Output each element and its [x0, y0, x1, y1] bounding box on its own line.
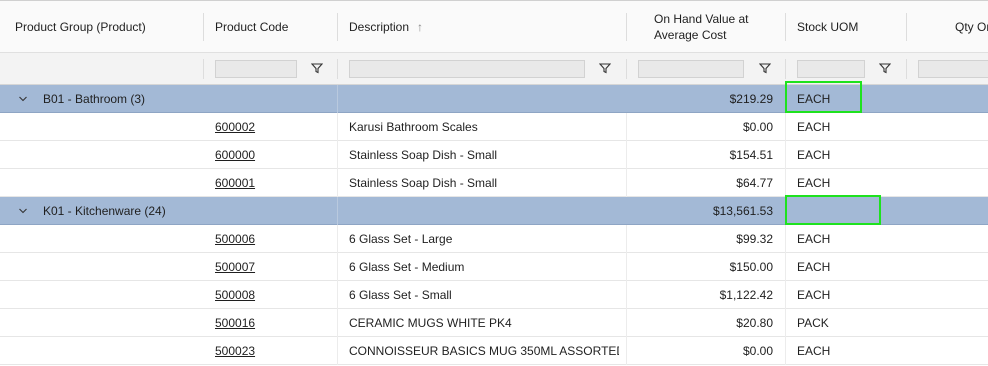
group-total-value: $219.29 — [729, 92, 773, 106]
column-divider — [337, 309, 338, 337]
uom-cell: EACH — [797, 120, 831, 134]
on-hand-value-filter-input[interactable] — [638, 60, 744, 78]
description-cell: 6 Glass Set - Small — [349, 288, 452, 302]
uom-cell: EACH — [797, 260, 831, 274]
on-hand-value-cell: $99.32 — [736, 232, 773, 246]
on-hand-value-cell: $154.51 — [729, 148, 773, 162]
on-hand-value-cell: $0.00 — [742, 344, 773, 358]
stock-uom-filter-input[interactable] — [797, 60, 865, 78]
column-divider — [337, 197, 338, 225]
column-divider — [785, 253, 786, 281]
column-divider — [785, 225, 786, 253]
group-label: K01 - Kitchenware (24) — [43, 204, 166, 218]
on-hand-value-cell: $64.77 — [736, 176, 773, 190]
table-row[interactable]: 600001 Stainless Soap Dish - Small $64.7… — [0, 169, 988, 197]
description-cell: 6 Glass Set - Medium — [349, 260, 465, 274]
column-header-stock-uom-label: Stock UOM — [797, 20, 859, 34]
on-hand-value-cell: $1,122.42 — [719, 288, 773, 302]
description-cell: Karusi Bathroom Scales — [349, 120, 478, 134]
column-header-on-hand-line2: Average Cost — [654, 28, 727, 42]
highlight-box — [785, 81, 862, 113]
on-hand-value-cell: $150.00 — [729, 260, 773, 274]
chevron-down-icon[interactable] — [18, 206, 28, 216]
funnel-icon[interactable] — [879, 62, 891, 74]
description-cell: CONNOISSEUR BASICS MUG 350ML ASSORTED ..… — [349, 344, 619, 358]
column-divider — [337, 141, 338, 169]
table-row[interactable]: 500007 6 Glass Set - Medium $150.00 EACH — [0, 253, 988, 281]
column-divider — [337, 225, 338, 253]
arrow-up-icon: ↑ — [417, 20, 424, 34]
column-header-qty-on-label: Qty On — [955, 20, 988, 34]
table-row[interactable]: 500008 6 Glass Set - Small $1,122.42 EAC… — [0, 281, 988, 309]
uom-cell: EACH — [797, 288, 831, 302]
column-divider — [337, 281, 338, 309]
column-resize-handle[interactable] — [906, 13, 907, 41]
column-header-product-group[interactable]: Product Group (Product) — [0, 1, 203, 53]
column-header-stock-uom[interactable]: Stock UOM — [782, 1, 906, 53]
product-code-link[interactable]: 500023 — [215, 337, 330, 365]
column-resize-handle[interactable] — [626, 13, 627, 41]
filter-divider — [906, 59, 907, 79]
column-header-on-hand-line1: On Hand Value at — [654, 12, 749, 26]
description-filter-input[interactable] — [349, 60, 585, 78]
product-code-link[interactable]: 600002 — [215, 113, 330, 141]
column-header-on-hand-value[interactable]: On Hand Value at Average Cost — [639, 1, 786, 53]
group-label: B01 - Bathroom (3) — [43, 92, 146, 106]
filter-divider — [203, 59, 204, 79]
column-header-product-code[interactable]: Product Code — [200, 1, 337, 53]
on-hand-value-cell: $0.00 — [742, 120, 773, 134]
funnel-icon[interactable] — [311, 62, 323, 74]
column-divider — [785, 337, 786, 365]
product-code-link[interactable]: 500007 — [215, 253, 330, 281]
column-header-row: Product Group (Product) Product Code Des… — [0, 1, 988, 53]
column-divider — [785, 309, 786, 337]
product-code-link[interactable]: 600000 — [215, 141, 330, 169]
product-grid: Product Group (Product) Product Code Des… — [0, 0, 988, 366]
column-divider — [337, 253, 338, 281]
column-header-product-code-label: Product Code — [215, 20, 289, 34]
highlight-box — [785, 195, 881, 225]
on-hand-value-cell: $20.80 — [736, 316, 773, 330]
column-divider — [785, 169, 786, 197]
qty-on-filter-input[interactable] — [918, 60, 988, 78]
filter-divider — [785, 59, 786, 79]
column-header-description[interactable]: Description ↑ — [334, 1, 626, 53]
table-row[interactable]: 500023 CONNOISSEUR BASICS MUG 350ML ASSO… — [0, 337, 988, 365]
column-divider — [337, 337, 338, 365]
description-cell: Stainless Soap Dish - Small — [349, 148, 498, 162]
column-header-qty-on[interactable]: Qty On — [955, 1, 988, 53]
column-divider — [785, 141, 786, 169]
table-row[interactable]: 500006 6 Glass Set - Large $99.32 EACH — [0, 225, 988, 253]
table-row[interactable]: 500016 CERAMIC MUGS WHITE PK4 $20.80 PAC… — [0, 309, 988, 337]
column-divider — [785, 113, 786, 141]
table-row[interactable]: 600000 Stainless Soap Dish - Small $154.… — [0, 141, 988, 169]
funnel-icon[interactable] — [759, 62, 771, 74]
column-header-description-label: Description — [349, 20, 410, 34]
uom-cell: EACH — [797, 176, 831, 190]
product-code-filter-input[interactable] — [215, 60, 297, 78]
description-cell: CERAMIC MUGS WHITE PK4 — [349, 316, 512, 330]
uom-cell: EACH — [797, 232, 831, 246]
column-divider — [337, 113, 338, 141]
column-divider — [337, 169, 338, 197]
product-code-link[interactable]: 500008 — [215, 281, 330, 309]
chevron-down-icon[interactable] — [18, 94, 28, 104]
uom-cell: EACH — [797, 148, 831, 162]
column-divider — [337, 85, 338, 113]
product-code-link[interactable]: 500006 — [215, 225, 330, 253]
description-cell: Stainless Soap Dish - Small — [349, 176, 498, 190]
product-code-link[interactable]: 500016 — [215, 309, 330, 337]
product-code-link[interactable]: 600001 — [215, 169, 330, 197]
column-divider — [785, 281, 786, 309]
filter-divider — [626, 59, 627, 79]
column-header-product-group-label: Product Group (Product) — [15, 20, 146, 34]
uom-cell: PACK — [797, 316, 829, 330]
uom-cell: EACH — [797, 344, 831, 358]
group-total-value: $13,561.53 — [712, 204, 773, 218]
description-cell: 6 Glass Set - Large — [349, 232, 453, 246]
filter-divider — [337, 59, 338, 79]
table-row[interactable]: 600002 Karusi Bathroom Scales $0.00 EACH — [0, 113, 988, 141]
funnel-icon[interactable] — [599, 62, 611, 74]
